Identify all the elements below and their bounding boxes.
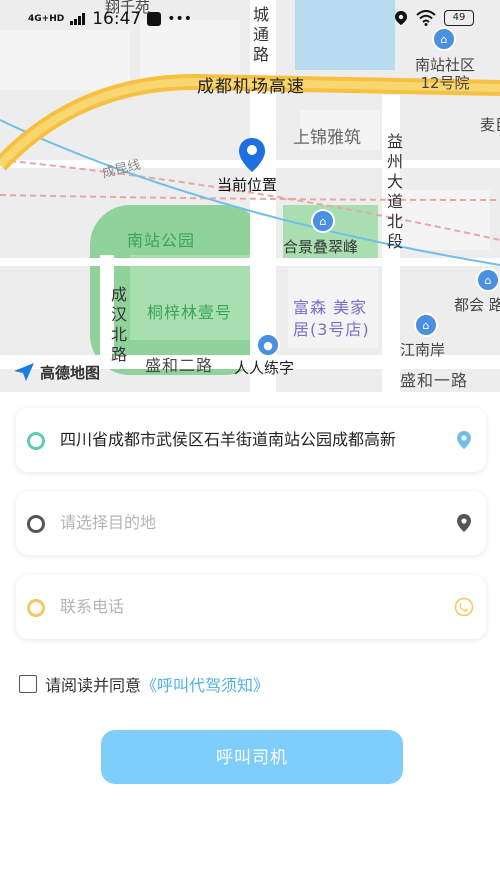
map-pin-icon[interactable] [454, 430, 474, 450]
location-icon [395, 11, 407, 25]
phone-field[interactable]: 联系电话 [16, 575, 486, 639]
map-brand: 高德地图 [12, 361, 100, 383]
map-label: 盛和二路 [145, 356, 214, 375]
map-label: 南站公园 [127, 231, 196, 250]
map-pin-icon[interactable] [454, 513, 474, 533]
map-label: 人人练字 [234, 359, 295, 377]
map-label: 成都机场高速 [197, 77, 305, 97]
origin-value: 四川省成都市武侯区石羊街道南站公园成都高新 [60, 430, 397, 449]
status-bar: 4G+HD 16:47 ••• 49 [0, 0, 500, 38]
building-icon: ⌂ [476, 268, 500, 292]
map-label: 都会 路 [454, 296, 500, 314]
phone-placeholder: 联系电话 [60, 597, 125, 616]
amap-logo-icon [14, 363, 34, 381]
map-label: 益州大道北段 [386, 132, 403, 251]
agreement-link[interactable]: 《呼叫代驾须知》 [141, 672, 269, 696]
building-icon: ⌂ [414, 313, 438, 337]
battery-icon: 49 [444, 10, 474, 26]
map-label: 江南岸 [400, 341, 446, 359]
agreement-checkbox[interactable] [19, 675, 37, 693]
map-label: 桐梓林壹号 [147, 303, 233, 322]
map-label: 合景叠翠峰 [283, 238, 359, 256]
phone-dot-icon [27, 599, 45, 617]
place-icon: ● [256, 333, 280, 357]
origin-field[interactable]: 四川省成都市武侯区石羊街道南站公园成都高新 [16, 408, 486, 472]
map-label: 盛和一路 [400, 371, 469, 390]
phone-icon[interactable] [454, 597, 474, 617]
map-label: 成汉北路 [110, 285, 127, 364]
agreement-row: 请阅读并同意 《呼叫代驾须知》 [19, 672, 269, 696]
building-icon: ⌂ [311, 209, 335, 233]
call-driver-button[interactable]: 呼叫司机 [101, 730, 403, 784]
map-label: 麦巨 [480, 116, 500, 134]
more-icon: ••• [167, 11, 192, 27]
wifi-icon [416, 10, 436, 26]
clock: 16:47 [92, 9, 142, 29]
signal-icon [70, 13, 86, 25]
map-label: 上锦雅筑 [293, 128, 361, 148]
destination-dot-icon [27, 515, 45, 533]
current-location-label: 当前位置 [217, 176, 278, 194]
destination-placeholder: 请选择目的地 [60, 513, 157, 532]
agreement-text: 请阅读并同意 [45, 676, 142, 695]
map-label: 南站社区 12号院 [415, 56, 476, 92]
origin-dot-icon [27, 432, 45, 450]
map-label: 富森 美家 居(3号店) [293, 298, 370, 339]
network-indicator: 4G+HD [28, 13, 65, 24]
destination-field[interactable]: 请选择目的地 [16, 491, 486, 555]
map-brand-text: 高德地图 [40, 363, 101, 382]
notification-icon [147, 12, 162, 26]
location-pin-icon [238, 137, 266, 177]
map-view[interactable]: 翔千苑 城通路 成都机场高速 成昆线 上锦雅筑 益州大道北段 麦巨 ⌂ 南站社区… [0, 0, 500, 392]
